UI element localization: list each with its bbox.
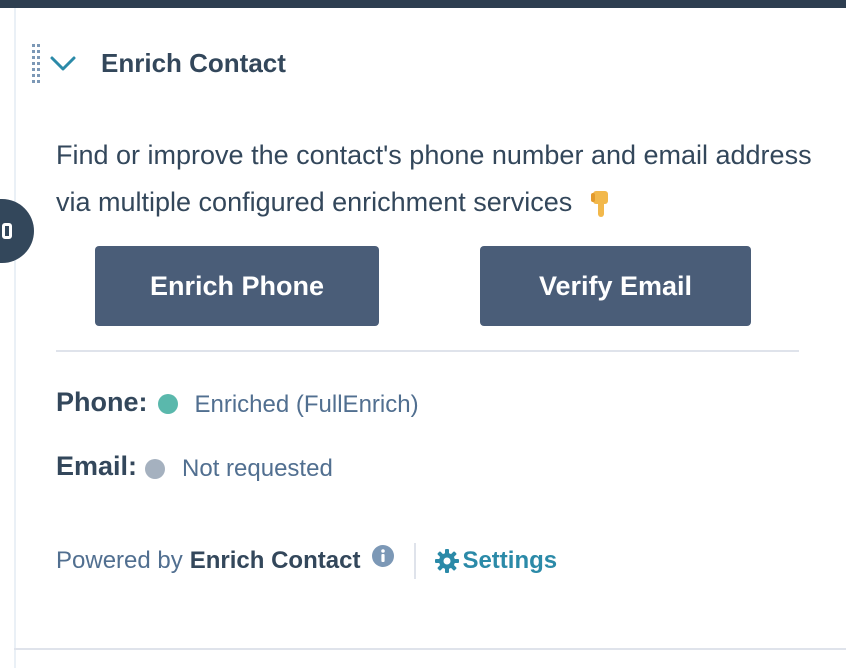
email-label: Email: bbox=[56, 450, 138, 481]
phone-status-row: Phone: Enriched (FullEnrich) bbox=[56, 382, 419, 422]
settings-link[interactable]: Settings bbox=[434, 547, 557, 575]
powered-by-text: Powered by bbox=[56, 547, 183, 574]
drag-handle-icon[interactable] bbox=[32, 44, 40, 86]
gear-icon bbox=[435, 549, 460, 573]
email-status-row: Email: Not requested bbox=[56, 446, 333, 486]
brand-name: Enrich Contact bbox=[189, 547, 361, 574]
section-divider bbox=[56, 350, 799, 352]
sidebar-toggle-button[interactable] bbox=[0, 199, 34, 263]
card-description: Find or improve the contact's phone numb… bbox=[56, 132, 816, 226]
phone-status-text: Enriched (FullEnrich) bbox=[194, 391, 419, 418]
panel-bottom-border bbox=[14, 648, 846, 650]
footer-separator bbox=[414, 543, 417, 579]
pointing-down-emoji bbox=[590, 190, 608, 217]
settings-label: Settings bbox=[462, 547, 558, 574]
panel-left-border bbox=[14, 8, 16, 668]
card-title: Enrich Contact bbox=[101, 48, 286, 78]
phone-status-dot bbox=[157, 394, 178, 414]
top-bar bbox=[0, 0, 846, 8]
description-text: Find or improve the contact's phone numb… bbox=[56, 140, 812, 217]
card-footer: Powered by Enrich Contact Settings bbox=[56, 540, 557, 582]
email-status-text: Not requested bbox=[182, 455, 333, 482]
verify-email-button[interactable]: Verify Email bbox=[480, 246, 751, 326]
info-icon[interactable] bbox=[372, 545, 395, 567]
panel-icon bbox=[2, 223, 12, 239]
chevron-down-icon[interactable] bbox=[49, 53, 77, 75]
email-status-dot bbox=[145, 459, 166, 479]
phone-label: Phone: bbox=[56, 386, 148, 417]
enrich-phone-button[interactable]: Enrich Phone bbox=[95, 246, 379, 326]
